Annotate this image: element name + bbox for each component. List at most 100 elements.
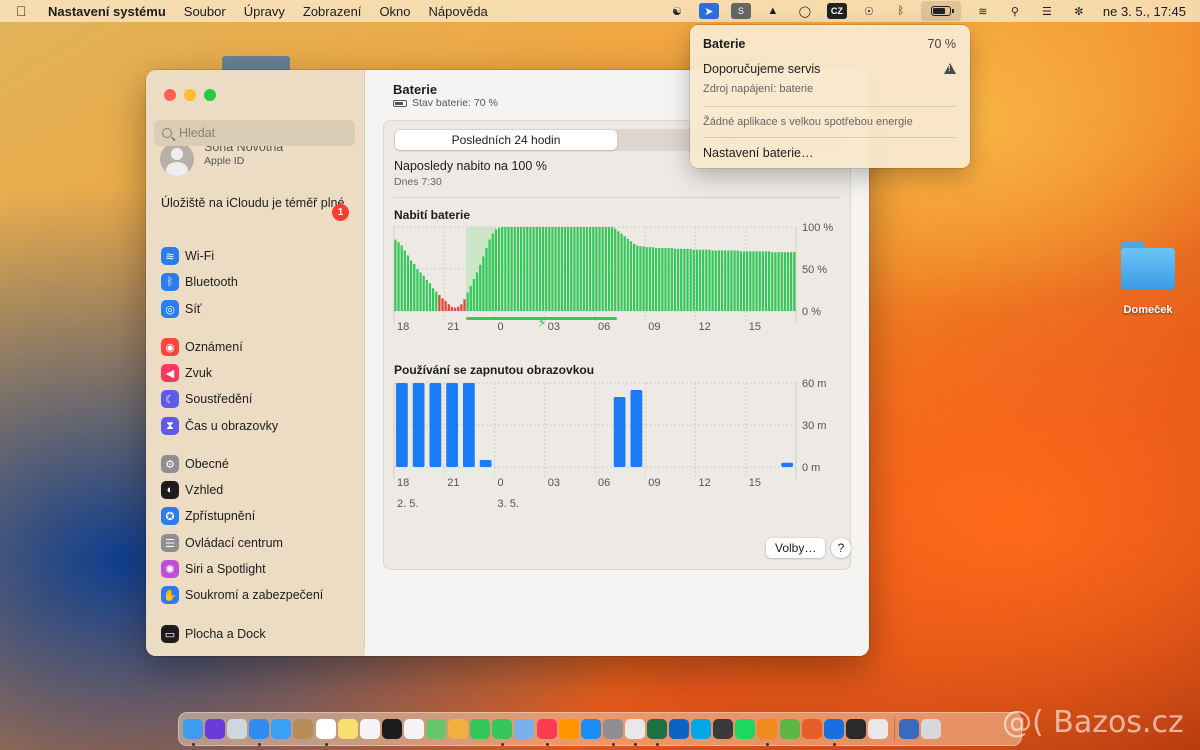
- mail-icon[interactable]: [271, 719, 292, 739]
- desktop-folder[interactable]: Domeček: [1108, 242, 1188, 316]
- settings-icon[interactable]: [602, 719, 623, 746]
- sidebar-item-gear[interactable]: ⚙ Obecné: [161, 454, 229, 474]
- menu-app-name[interactable]: Nastavení systému: [48, 4, 166, 19]
- music-icon[interactable]: [536, 719, 557, 746]
- wifi-status-icon[interactable]: ≋: [973, 3, 993, 19]
- battery-bar: [563, 227, 567, 311]
- x-tick-label: 09: [648, 321, 660, 333]
- sidebar-item-accessibility[interactable]: ✪ Zpřístupnění: [161, 506, 255, 526]
- chrome-icon[interactable]: [624, 719, 645, 746]
- date-label: 2. 5.: [397, 498, 418, 507]
- messages-icon[interactable]: [492, 719, 513, 746]
- preview-icon[interactable]: [514, 719, 535, 739]
- photos-icon[interactable]: [448, 719, 469, 739]
- battery-bar: [554, 227, 557, 311]
- menu-zobrazeni[interactable]: Zobrazení: [303, 4, 362, 19]
- creative-cloud-icon[interactable]: ☯: [667, 3, 687, 19]
- screen-usage-chart: 60 m 30 m 0 m 18 21 0 03 06 09 12 15 2. 5. 3. 5.: [393, 378, 826, 507]
- charging-bolt-icon: ⚡: [538, 316, 547, 331]
- firefox-icon[interactable]: [801, 719, 822, 739]
- notes-icon[interactable]: [337, 719, 358, 739]
- x-tick-label: 21: [447, 477, 459, 489]
- sidebar-item-speaker[interactable]: ◀ Zvuk: [161, 363, 212, 383]
- downloads-icon[interactable]: [899, 719, 919, 739]
- folder-icon: [1119, 242, 1177, 290]
- xcode-status-icon[interactable]: ➤: [698, 3, 719, 19]
- input-source-indicator[interactable]: CZ: [826, 3, 847, 19]
- sidebar-item-globe[interactable]: ◎ Síť: [161, 299, 202, 319]
- menubar-clock[interactable]: ne 3. 5., 17:45: [1103, 4, 1186, 19]
- appletv-icon[interactable]: [381, 719, 402, 739]
- appstore-icon[interactable]: [580, 719, 601, 739]
- control-center-status-icon[interactable]: ☰: [1037, 3, 1057, 19]
- apple-id-account[interactable]: Soňa Novotná Apple ID: [160, 146, 283, 180]
- apple-menu-icon[interactable]: : [16, 3, 36, 19]
- spotify-icon[interactable]: [735, 719, 756, 739]
- calendar-icon[interactable]: [315, 719, 336, 746]
- battery-status-text: Stav baterie: 70 %: [412, 97, 498, 109]
- menu-okno[interactable]: Okno: [379, 4, 410, 19]
- vlc-status-icon[interactable]: ▲: [763, 3, 783, 19]
- options-button[interactable]: Volby…: [766, 538, 826, 558]
- menu-upravy[interactable]: Úpravy: [244, 4, 285, 19]
- battery-settings-menu-item[interactable]: Nastavení baterie…: [703, 146, 813, 160]
- menu-soubor[interactable]: Soubor: [184, 4, 226, 19]
- help-button[interactable]: ?: [831, 538, 851, 558]
- zoom-button[interactable]: [204, 89, 216, 101]
- icloud-storage-notice[interactable]: Úložiště na iCloudu je téměř plné: [161, 196, 346, 211]
- close-button[interactable]: [164, 89, 176, 101]
- battery-bar: [535, 227, 538, 311]
- bluetooth-status-icon[interactable]: ᛒ: [891, 3, 911, 19]
- facetime-icon[interactable]: [470, 719, 491, 739]
- maps-icon[interactable]: [426, 719, 447, 739]
- vlc-icon[interactable]: [757, 719, 778, 746]
- sidebar-item-dock[interactable]: ▭ Plocha a Dock: [161, 624, 266, 644]
- search-field[interactable]: Hledat: [154, 120, 355, 146]
- sidebar-item-appearance[interactable]: ◐ Vzhled: [161, 480, 223, 500]
- sidebar-item-hourglass[interactable]: ⧗ Čas u obrazovky: [161, 416, 278, 436]
- launchpad-icon[interactable]: [227, 719, 248, 739]
- utorrent-icon[interactable]: [779, 719, 800, 739]
- siri-status-icon[interactable]: ✼: [1069, 3, 1089, 19]
- sidebar-item-bluetooth[interactable]: ᛒ Bluetooth: [161, 272, 238, 292]
- accessibility-status-icon[interactable]: ☉: [859, 3, 879, 19]
- wordpress-status-icon[interactable]: ◯: [795, 3, 815, 19]
- outlook-icon[interactable]: [669, 719, 690, 739]
- skype-icon[interactable]: [691, 719, 712, 739]
- dock: [178, 712, 1022, 746]
- battery-bar: [416, 269, 419, 311]
- freeform-icon[interactable]: [403, 719, 424, 739]
- scrivener-icon[interactable]: [713, 719, 734, 739]
- sidebar-item-moon[interactable]: ☾ Soustředění: [161, 389, 252, 409]
- sidebar-item-wifi[interactable]: ≋ Wi-Fi: [161, 246, 214, 266]
- battery-bar: [730, 250, 733, 311]
- battery-status-icon[interactable]: [920, 1, 961, 21]
- battery-bar: [469, 285, 472, 311]
- sidebar-item-bell[interactable]: ◉ Oznámení: [161, 337, 243, 357]
- messenger-icon[interactable]: [845, 719, 866, 739]
- battery-bar: [708, 249, 711, 311]
- safari-icon[interactable]: [249, 719, 270, 746]
- sidebar-item-control-center[interactable]: ☰ Ovládací centrum: [161, 533, 283, 553]
- xcode-icon[interactable]: [823, 719, 844, 746]
- siri-icon[interactable]: [205, 719, 226, 739]
- sidebar-item-hand[interactable]: ✋ Soukromí a zabezpečení: [161, 585, 323, 605]
- menu-napoveda[interactable]: Nápověda: [429, 4, 488, 19]
- reminders-icon[interactable]: [359, 719, 380, 739]
- finder-icon[interactable]: [183, 719, 203, 746]
- spotlight-icon[interactable]: ⚲: [1005, 3, 1025, 19]
- battery-bar: [742, 251, 746, 311]
- segment-last-24h[interactable]: Posledních 24 hodin: [395, 130, 617, 150]
- sidebar-item-siri[interactable]: ✺ Siri a Spotlight: [161, 559, 266, 579]
- battery-bar: [670, 248, 673, 311]
- battery-bar: [482, 256, 485, 311]
- x-tick-label: 0: [498, 321, 504, 333]
- excel-icon[interactable]: [646, 719, 667, 746]
- minimize-button[interactable]: [184, 89, 196, 101]
- contacts-icon[interactable]: [293, 719, 314, 739]
- chrome2-icon[interactable]: [867, 719, 888, 739]
- trash-icon[interactable]: [921, 719, 942, 739]
- sidebar-item-label: Oznámení: [185, 340, 243, 354]
- scrivener-status-icon[interactable]: S: [730, 3, 751, 19]
- books-icon[interactable]: [558, 719, 579, 739]
